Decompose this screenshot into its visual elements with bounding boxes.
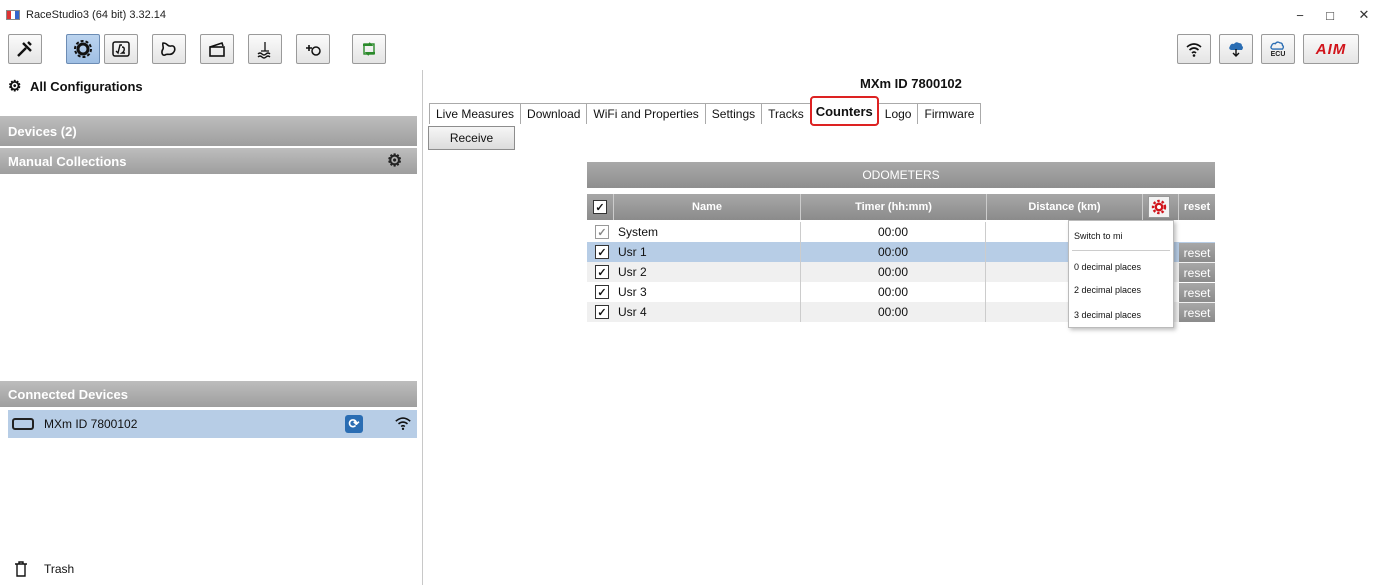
tab-settings[interactable]: Settings — [704, 103, 763, 124]
gear-icon[interactable] — [66, 34, 100, 64]
row-name: Usr 2 — [618, 265, 647, 279]
row-timer: 00:00 — [800, 262, 986, 282]
row-timer: 00:00 — [800, 242, 986, 262]
row-timer: 00:00 — [800, 282, 986, 302]
column-name[interactable]: Name — [614, 194, 801, 220]
cloud-download-icon[interactable] — [1219, 34, 1253, 64]
column-timer[interactable]: Timer (hh:mm) — [801, 194, 987, 220]
tab-firmware[interactable]: Firmware — [917, 103, 982, 124]
aim-logo: AIM — [1303, 34, 1359, 64]
app-icon — [6, 10, 20, 20]
row-checkbox[interactable]: ✓ — [595, 265, 609, 279]
receive-button[interactable]: Receive — [428, 126, 515, 150]
reset-button[interactable]: reset — [1179, 263, 1215, 282]
close-button[interactable]: ✕ — [1346, 0, 1382, 30]
row-checkbox[interactable]: ✓ — [595, 305, 609, 319]
clapper-icon[interactable] — [200, 34, 234, 64]
ecu-label: ECU — [1270, 51, 1286, 58]
trash-item[interactable]: Trash — [12, 560, 74, 578]
settings-gear-icon[interactable]: ⚙ — [387, 151, 402, 171]
page-title: MXm ID 7800102 — [860, 76, 962, 91]
row-name: Usr 1 — [618, 245, 647, 259]
menu-separator — [1072, 250, 1170, 251]
window-title: RaceStudio3 (64 bit) 3.32.14 — [26, 9, 167, 21]
download-icon[interactable] — [352, 34, 386, 64]
tab-download[interactable]: Download — [520, 103, 588, 124]
distance-options-menu: Switch to mi 0 decimal places 2 decimal … — [1068, 220, 1174, 328]
row-checkbox[interactable]: ✓ — [595, 245, 609, 259]
row-name: Usr 4 — [618, 305, 647, 319]
reset-button[interactable]: reset — [1179, 243, 1215, 262]
trash-label: Trash — [44, 562, 75, 576]
row-name: System — [618, 225, 659, 239]
device-name: MXm ID 7800102 — [44, 417, 138, 431]
tab-live-measures[interactable]: Live Measures — [429, 103, 522, 124]
reset-button[interactable]: reset — [1179, 283, 1215, 302]
connected-devices-label: Connected Devices — [8, 386, 128, 402]
devices-header[interactable]: Devices (2) — [0, 116, 417, 146]
select-all-header[interactable]: ✓ — [587, 194, 614, 220]
wifi-icon[interactable] — [1177, 34, 1211, 64]
odometers-header: ODOMETERS — [587, 162, 1215, 188]
tab-counters[interactable]: Counters — [809, 96, 879, 126]
all-configurations-label: All Configurations — [30, 78, 143, 94]
title-bar: RaceStudio3 (64 bit) 3.32.14 − □ ✕ — [0, 0, 1384, 30]
menu-item-2-decimals[interactable]: 2 decimal places — [1074, 285, 1141, 295]
row-checkbox[interactable]: ✓ — [595, 285, 609, 299]
row-timer: 00:00 — [800, 302, 986, 322]
distance-settings-gear-icon[interactable] — [1148, 196, 1170, 218]
column-reset[interactable]: reset — [1179, 194, 1215, 220]
main-toolbar: ECU AIM — [0, 30, 1384, 70]
menu-item-0-decimals[interactable]: 0 decimal places — [1074, 262, 1141, 272]
manual-collections-label: Manual Collections — [8, 153, 127, 169]
all-configurations[interactable]: ⚙ All Configurations — [8, 76, 143, 96]
menu-item-switch-to-mi[interactable]: Switch to mi — [1074, 231, 1123, 241]
row-checkbox[interactable]: ✓ — [595, 225, 609, 239]
connected-device-row[interactable]: MXm ID 7800102 ⟳ — [8, 410, 417, 438]
row-name: Usr 3 — [618, 285, 647, 299]
device-icon — [12, 418, 34, 430]
tab-tracks[interactable]: Tracks — [761, 103, 811, 124]
wrench-icon[interactable] — [8, 34, 42, 64]
track-icon[interactable] — [152, 34, 186, 64]
row-timer: 00:00 — [800, 222, 986, 242]
ecu-cloud-icon[interactable]: ECU — [1261, 34, 1295, 64]
add-sensor-icon[interactable] — [296, 34, 330, 64]
wifi-icon — [394, 414, 412, 437]
devices-header-label: Devices (2) — [8, 123, 77, 139]
device-tabs: Live Measures Download WiFi and Properti… — [429, 96, 982, 126]
math-channel-icon[interactable] — [104, 34, 138, 64]
column-distance[interactable]: Distance (km) — [987, 194, 1143, 220]
tab-wifi-properties[interactable]: WiFi and Properties — [586, 103, 706, 124]
connected-devices-header: Connected Devices — [0, 381, 417, 407]
maximize-button[interactable]: □ — [1312, 0, 1348, 30]
trash-icon — [15, 561, 27, 577]
menu-item-3-decimals[interactable]: 3 decimal places — [1074, 310, 1141, 320]
aim-logo-text: AIM — [1315, 40, 1347, 58]
water-icon[interactable] — [248, 34, 282, 64]
gears-icon: ⚙ — [8, 78, 22, 95]
select-all-checkbox[interactable]: ✓ — [593, 200, 607, 214]
tab-logo[interactable]: Logo — [877, 103, 919, 124]
manual-collections-header[interactable]: Manual Collections ⚙ — [0, 148, 417, 174]
left-sidebar: ⚙ All Configurations Devices (2) Manual … — [0, 70, 423, 585]
reset-button[interactable]: reset — [1179, 303, 1215, 322]
sync-icon[interactable]: ⟳ — [345, 415, 363, 433]
